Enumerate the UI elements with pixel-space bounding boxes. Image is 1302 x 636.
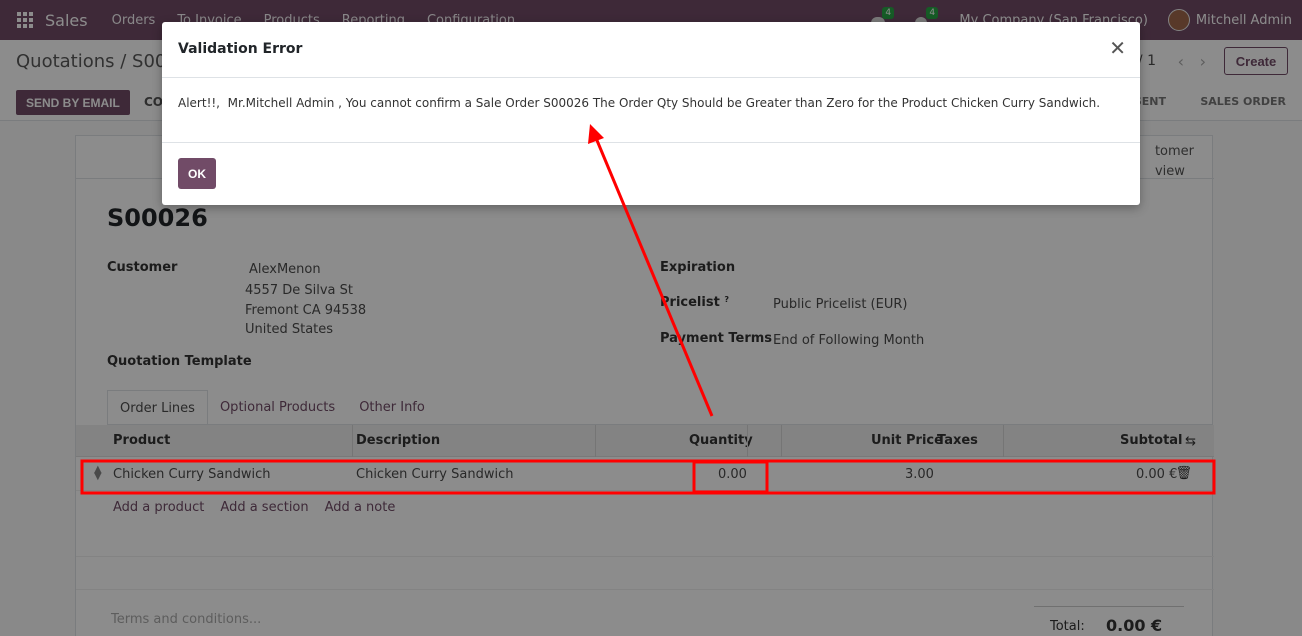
modal-footer: OK (162, 142, 1140, 205)
validation-error-dialog: Validation Error ✕ Alert!!, Mr.Mitchell … (162, 22, 1140, 205)
ok-button[interactable]: OK (178, 158, 216, 189)
modal-title: Validation Error (178, 41, 303, 57)
modal-message: Alert!!, Mr.Mitchell Admin , You cannot … (178, 96, 1101, 110)
modal-header: Validation Error ✕ (162, 22, 1140, 78)
close-icon[interactable]: ✕ (1109, 38, 1126, 58)
